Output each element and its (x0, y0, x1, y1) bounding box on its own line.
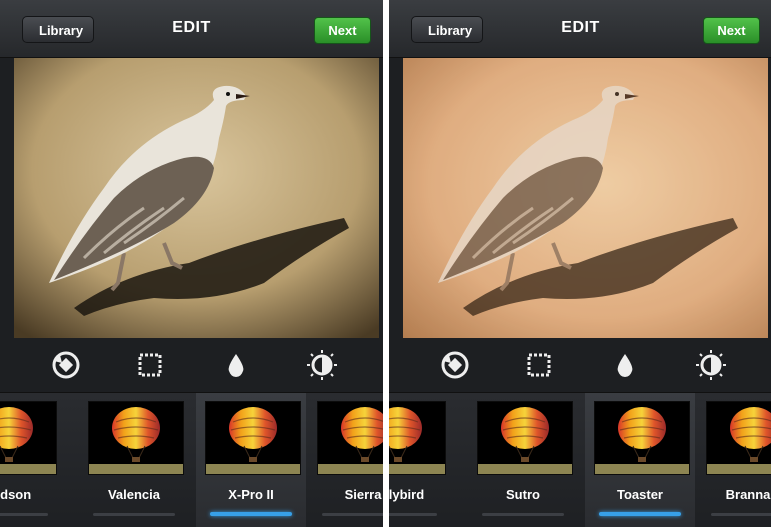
filter-thumbnail (594, 401, 690, 475)
filter-indicator-active (599, 512, 681, 516)
filter-indicator (93, 513, 175, 516)
filter-label: Sutro (506, 487, 540, 502)
photo-preview (403, 58, 768, 338)
filter-thumbnail (706, 401, 771, 475)
lux-sun-icon[interactable] (305, 348, 339, 382)
next-button[interactable]: Next (703, 17, 760, 44)
filter-strip: Earlybird Sutro Toaster Brannan (389, 392, 771, 527)
filter-label: X-Pro II (228, 487, 274, 502)
frame-icon[interactable] (133, 348, 167, 382)
rotate-icon[interactable] (438, 348, 472, 382)
frame-icon[interactable] (522, 348, 556, 382)
photo-preview (14, 58, 379, 338)
filter-indicator (389, 513, 437, 516)
filter-thumbnail (88, 401, 184, 475)
top-bar: Library EDIT Next (389, 0, 771, 58)
lux-sun-icon[interactable] (694, 348, 728, 382)
filter-thumbnail (477, 401, 573, 475)
edit-screen-right: Library EDIT Next Earlybird (389, 0, 771, 527)
blur-drop-icon[interactable] (608, 348, 642, 382)
filter-strip: Hudson Valencia X-Pro II Sierra (0, 392, 383, 527)
filter-label: Toaster (617, 487, 663, 502)
edit-screen-left: Library EDIT Next Hudson Valencia (0, 0, 383, 527)
filter-label: Earlybird (389, 487, 425, 502)
filter-thumbnail (0, 401, 57, 475)
rotate-icon[interactable] (49, 348, 83, 382)
filter-item-selected[interactable]: X-Pro II (196, 393, 306, 527)
filter-item-selected[interactable]: Toaster (585, 393, 695, 527)
filter-thumbnail (205, 401, 301, 475)
top-bar: Library EDIT Next (0, 0, 383, 58)
filter-label: Sierra (344, 487, 382, 502)
filter-indicator (711, 513, 771, 516)
next-button[interactable]: Next (314, 17, 371, 44)
filter-label: Brannan (725, 487, 771, 502)
filter-label: Valencia (107, 487, 161, 502)
filter-item[interactable]: Brannan (697, 393, 771, 527)
filter-item[interactable]: Hudson (0, 393, 62, 527)
filter-thumbnail (317, 401, 383, 475)
filter-indicator (0, 513, 48, 516)
filter-item[interactable]: Sutro (468, 393, 578, 527)
filter-item[interactable]: Valencia (79, 393, 189, 527)
edit-toolbar (0, 340, 383, 392)
filter-indicator-active (210, 512, 292, 516)
edit-toolbar (389, 340, 771, 392)
filter-item[interactable]: Sierra (308, 393, 383, 527)
filter-indicator (322, 513, 383, 516)
blur-drop-icon[interactable] (219, 348, 253, 382)
filter-thumbnail (389, 401, 446, 475)
filter-indicator (482, 513, 564, 516)
filter-label: Hudson (0, 487, 32, 502)
filter-item[interactable]: Earlybird (389, 393, 451, 527)
